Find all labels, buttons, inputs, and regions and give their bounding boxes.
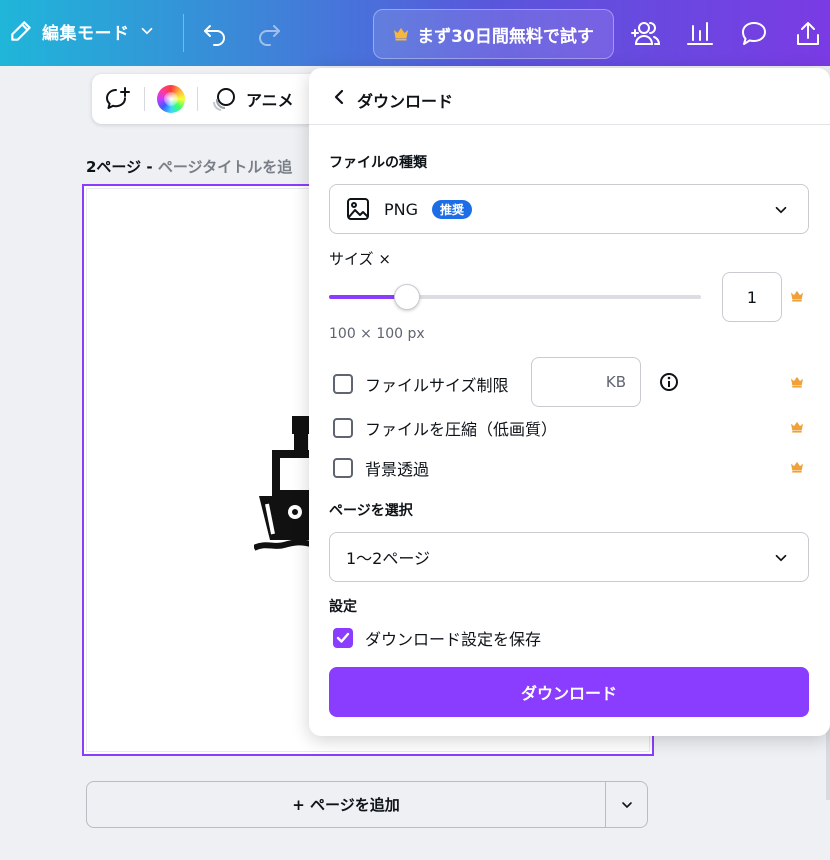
download-button[interactable]: ダウンロード <box>329 667 809 717</box>
chevron-down-icon <box>775 554 787 562</box>
add-page-button[interactable]: + ページを追加 <box>87 782 605 827</box>
crown-icon <box>791 290 803 302</box>
file-size-limit-checkbox[interactable] <box>333 374 353 394</box>
size-label: サイズ × <box>329 250 391 268</box>
crown-icon <box>791 461 803 473</box>
transparent-background-option[interactable]: 背景透過 <box>333 456 429 480</box>
file-size-limit-label: ファイルサイズ制限 <box>365 376 509 395</box>
edit-mode-menu[interactable]: 編集モード <box>8 18 156 44</box>
add-page-group: + ページを追加 <box>86 781 648 828</box>
file-type-select[interactable]: PNG 推奨 <box>329 184 809 234</box>
undo-icon[interactable] <box>202 22 228 46</box>
file-type-value: PNG <box>384 199 419 219</box>
animate-icon[interactable] <box>210 85 238 113</box>
compress-checkbox[interactable] <box>333 418 353 438</box>
size-slider-track[interactable] <box>329 295 701 299</box>
toolbar-divider <box>183 14 184 52</box>
crown-icon <box>791 376 803 388</box>
pages-label: ページを選択 <box>329 503 413 519</box>
crown-icon <box>791 421 803 433</box>
share-people-icon[interactable] <box>628 20 660 46</box>
toolbar-divider <box>197 87 198 111</box>
pages-value: 1〜2ページ <box>346 549 431 568</box>
transparent-background-label: 背景透過 <box>365 460 430 479</box>
size-input[interactable]: 1 <box>722 272 782 322</box>
page-number: 2ページ - <box>86 158 158 176</box>
comment-icon[interactable] <box>740 20 768 46</box>
chevron-down-icon <box>141 27 152 35</box>
save-settings-label: ダウンロード設定を保存 <box>365 630 542 649</box>
image-icon <box>347 198 369 220</box>
panel-title: ダウンロード <box>357 92 454 111</box>
edit-mode-label: 編集モード <box>42 23 130 44</box>
checkmark-icon <box>336 632 350 643</box>
kb-input[interactable]: KB <box>531 357 641 407</box>
page-title-input[interactable]: ページタイトルを追 <box>158 158 292 176</box>
info-icon[interactable] <box>659 372 679 392</box>
compress-option[interactable]: ファイルを圧縮（低画質） <box>333 416 557 440</box>
size-slider-thumb[interactable] <box>394 284 420 310</box>
pencil-icon <box>11 21 31 41</box>
upload-icon[interactable] <box>794 20 822 48</box>
settings-label: 設定 <box>329 599 357 615</box>
crown-icon <box>394 28 409 41</box>
download-panel: ダウンロード ファイルの種類 PNG 推奨 サイズ × 1 100 × 100 … <box>309 68 830 736</box>
analytics-icon[interactable] <box>686 20 714 46</box>
top-bar: 編集モード まず30日間無料で試す <box>0 0 830 66</box>
page-title: 2ページ - ページタイトルを追 <box>86 156 292 177</box>
add-page-options-button[interactable] <box>605 782 647 827</box>
dimensions-text: 100 × 100 px <box>329 326 425 342</box>
save-settings-checkbox[interactable] <box>333 628 353 648</box>
panel-header: ダウンロード <box>309 68 830 125</box>
free-trial-button[interactable]: まず30日間無料で試す <box>373 9 614 59</box>
color-picker-icon[interactable] <box>157 85 185 113</box>
save-settings-option[interactable]: ダウンロード設定を保存 <box>333 626 541 650</box>
compress-label: ファイルを圧縮（低画質） <box>365 420 558 439</box>
chevron-down-icon <box>621 801 632 808</box>
chevron-down-icon <box>775 206 787 214</box>
file-size-limit-option[interactable]: ファイルサイズ制限 <box>333 372 509 396</box>
file-type-label: ファイルの種類 <box>329 155 427 171</box>
pages-select[interactable]: 1〜2ページ <box>329 532 809 582</box>
free-trial-label: まず30日間無料で試す <box>417 26 594 47</box>
add-comment-icon[interactable] <box>104 86 132 112</box>
back-arrow-icon[interactable] <box>331 88 347 106</box>
animate-label[interactable]: アニメ <box>246 87 294 111</box>
redo-icon[interactable] <box>256 22 282 46</box>
toolbar-divider <box>144 87 145 111</box>
transparent-background-checkbox[interactable] <box>333 458 353 478</box>
recommended-badge: 推奨 <box>432 199 473 219</box>
